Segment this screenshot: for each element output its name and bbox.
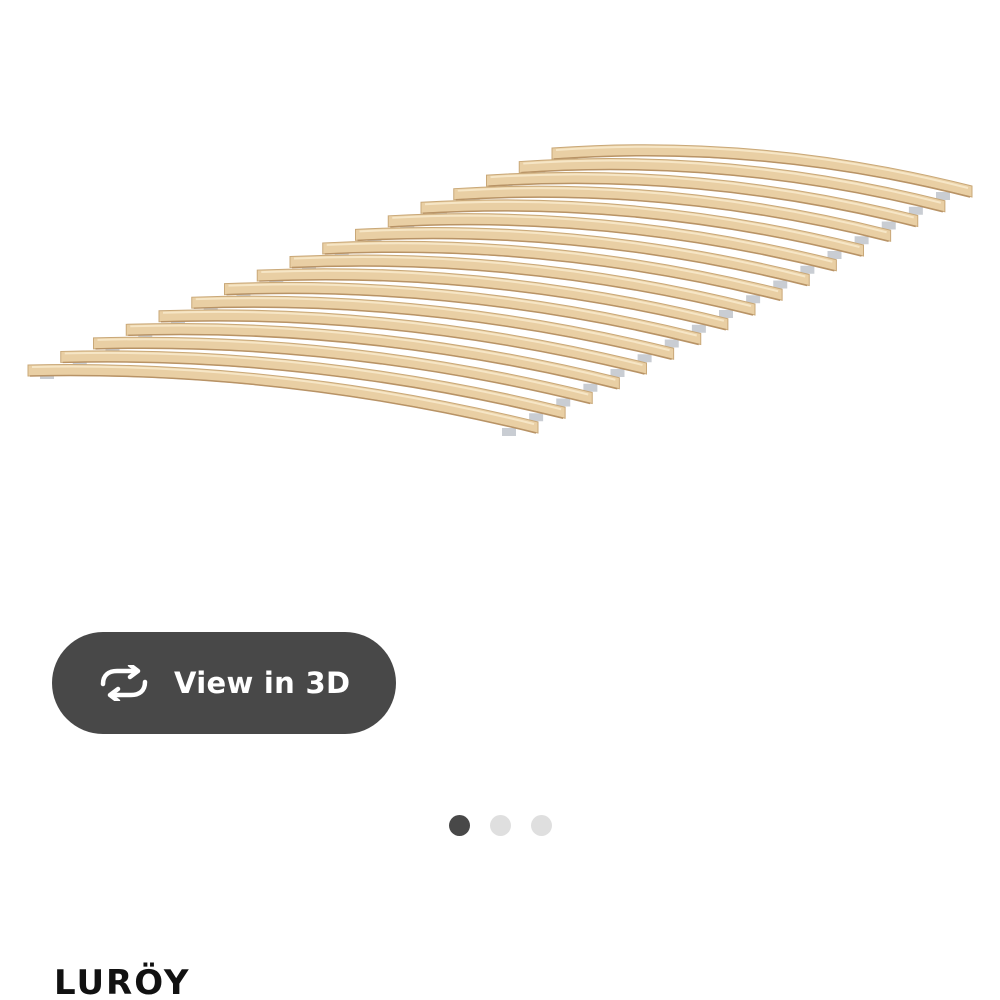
view-in-3d-button[interactable]: View in 3D (52, 632, 396, 734)
product-title: LURÖY (54, 963, 191, 1000)
slatted-bed-base-image (27, 144, 973, 436)
product-page: View in 3D LURÖY (0, 0, 1000, 1000)
carousel-dots (449, 815, 552, 836)
carousel-dot-3[interactable] (531, 815, 552, 836)
carousel-dot-1[interactable] (449, 815, 470, 836)
rotate-arrows-icon (96, 663, 152, 703)
view-in-3d-label: View in 3D (174, 666, 351, 700)
carousel-dot-2[interactable] (490, 815, 511, 836)
product-image[interactable] (0, 0, 1000, 640)
